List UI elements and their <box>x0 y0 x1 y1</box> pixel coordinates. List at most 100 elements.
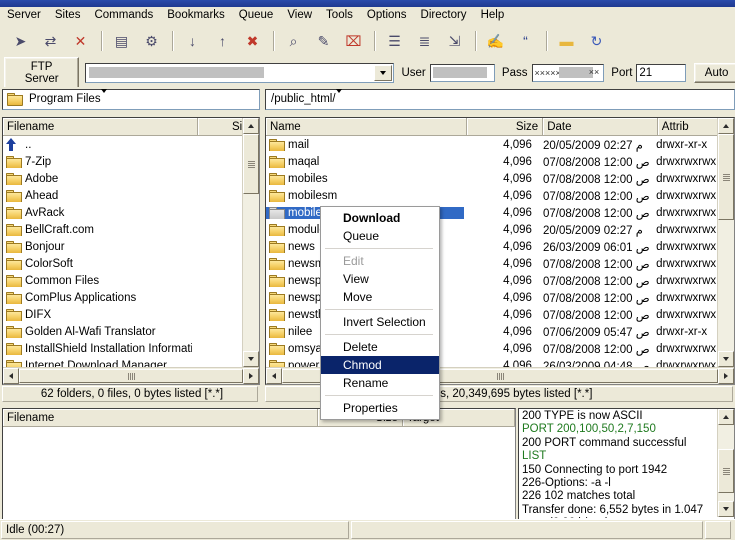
settings-icon[interactable]: ⚙ <box>137 27 166 55</box>
local-path-dropdown-arrow[interactable] <box>100 89 107 105</box>
remote-path-combo[interactable]: /public_html/ <box>265 88 735 110</box>
properties-icon[interactable]: ☰ <box>380 27 409 55</box>
remote-column-date[interactable]: Date <box>543 118 658 135</box>
compare-icon[interactable]: “ <box>511 27 540 55</box>
table-row[interactable]: maqal 4,096 07/08/2008 12:00 ص drwxrwxrwx <box>266 153 734 170</box>
pass-label: Pass <box>501 66 528 79</box>
connect-icon[interactable]: ➤ <box>6 27 35 55</box>
local-path-combo[interactable]: Program Files <box>2 88 260 110</box>
delete-icon[interactable]: ✖ <box>238 27 267 55</box>
table-row[interactable]: DIFX <box>3 306 259 323</box>
table-row[interactable]: ColorSoft <box>3 255 259 272</box>
remote-file-name: mobiles <box>288 172 328 185</box>
folder-icon <box>269 291 285 304</box>
context-menu-item-properties[interactable]: Properties <box>321 399 439 417</box>
queue-column-filename[interactable]: Filename <box>3 409 318 426</box>
context-menu-separator <box>325 309 433 310</box>
remote-scroll-left-button[interactable] <box>266 368 282 384</box>
folder-icon <box>269 172 285 185</box>
upload-icon[interactable]: ↑ <box>208 27 237 55</box>
password-input[interactable]: ××××× ×× <box>531 63 605 82</box>
local-file-name-cell: InstallShield Installation Information <box>3 342 192 355</box>
menu-item-tools[interactable]: Tools <box>319 8 360 23</box>
local-scroll-right-button[interactable] <box>243 368 259 384</box>
menu-item-sites[interactable]: Sites <box>48 8 88 23</box>
server-dropdown-arrow[interactable] <box>374 64 393 81</box>
notes-icon[interactable]: ✍ <box>481 27 510 55</box>
table-row[interactable]: .. <box>3 136 259 153</box>
table-row[interactable]: 7-Zip <box>3 153 259 170</box>
quick-connect-icon[interactable]: ⇄ <box>36 27 65 55</box>
transfer-icon[interactable]: ⇲ <box>440 27 469 55</box>
remote-scroll-up-button[interactable] <box>718 118 734 134</box>
menu-item-directory[interactable]: Directory <box>414 8 474 23</box>
table-row[interactable]: Golden Al-Wafi Translator <box>3 323 259 340</box>
log-scroll-up-button[interactable] <box>718 409 734 425</box>
table-row[interactable]: Bonjour <box>3 238 259 255</box>
table-row[interactable]: BellCraft.com <box>3 221 259 238</box>
local-file-name: DIFX <box>25 308 52 321</box>
table-row[interactable]: AvRack <box>3 204 259 221</box>
local-status-bar: 62 folders, 0 files, 0 bytes listed [*.*… <box>2 386 258 402</box>
local-scroll-down-button[interactable] <box>243 351 259 367</box>
context-menu-item-move[interactable]: Move <box>321 288 439 306</box>
log-scroll-thumb[interactable] <box>718 449 734 493</box>
download-icon[interactable]: ↓ <box>178 27 207 55</box>
menu-item-queue[interactable]: Queue <box>232 8 281 23</box>
refresh-icon[interactable]: ↻ <box>582 27 611 55</box>
context-menu-item-chmod[interactable]: Chmod <box>321 356 439 374</box>
table-row[interactable]: mail 4,096 20/05/2009 02:27 م drwxr-xr-x <box>266 136 734 153</box>
remote-scroll-down-button[interactable] <box>718 351 734 367</box>
menu-item-help[interactable]: Help <box>474 8 512 23</box>
context-menu-item-invert-selection[interactable]: Invert Selection <box>321 313 439 331</box>
menu-item-bookmarks[interactable]: Bookmarks <box>160 8 232 23</box>
menu-item-commands[interactable]: Commands <box>87 8 160 23</box>
log-vertical-scrollbar[interactable] <box>717 409 734 517</box>
cancel-icon[interactable]: ⌧ <box>339 27 368 55</box>
table-row[interactable]: InstallShield Installation Information <box>3 340 259 357</box>
site-manager-icon[interactable]: ▤ <box>107 27 136 55</box>
local-scroll-up-button[interactable] <box>243 118 259 134</box>
local-hscroll-thumb[interactable] <box>19 369 243 383</box>
auto-button[interactable]: Auto <box>694 62 735 83</box>
menu-item-view[interactable]: View <box>280 8 319 23</box>
port-input[interactable]: 21 <box>636 63 687 82</box>
menu-item-options[interactable]: Options <box>360 8 414 23</box>
remote-path-dropdown-arrow[interactable] <box>335 89 342 105</box>
table-row[interactable]: ComPlus Applications <box>3 289 259 306</box>
menu-item-server[interactable]: Server <box>0 8 48 23</box>
remote-file-date: 07/08/2008 12:00 ص <box>542 156 650 169</box>
log-scroll-down-button[interactable] <box>718 501 734 517</box>
ftp-server-button[interactable]: FTP Server <box>4 56 80 89</box>
edit-icon[interactable]: ✎ <box>309 27 338 55</box>
context-menu-item-delete[interactable]: Delete <box>321 338 439 356</box>
table-row[interactable]: Common Files <box>3 272 259 289</box>
local-column-filename[interactable]: Filename <box>3 118 198 135</box>
quick-connect-icon-glyph: ⇄ <box>44 33 57 49</box>
remote-column-name[interactable]: Name <box>266 118 467 135</box>
context-menu-item-view[interactable]: View <box>321 270 439 288</box>
local-file-name-cell: 7-Zip <box>3 155 192 168</box>
remote-vertical-scrollbar[interactable] <box>717 118 734 367</box>
folder-icon <box>6 308 22 321</box>
local-horizontal-scrollbar[interactable] <box>3 367 259 384</box>
queue-list-icon[interactable]: ≣ <box>410 27 439 55</box>
remote-scroll-thumb[interactable] <box>718 134 734 220</box>
context-menu-item-download[interactable]: Download <box>321 209 439 227</box>
search-icon[interactable]: ⌕ <box>279 27 308 55</box>
remote-column-size[interactable]: Size <box>467 118 544 135</box>
local-scroll-left-button[interactable] <box>3 368 19 384</box>
table-row[interactable]: Ahead <box>3 187 259 204</box>
disconnect-icon[interactable]: ✕ <box>66 27 95 55</box>
table-row[interactable]: mobilesm 4,096 07/08/2008 12:00 ص drwxrwxrw… <box>266 187 734 204</box>
folder-icon[interactable]: ▬ <box>552 27 581 55</box>
table-row[interactable]: Adobe <box>3 170 259 187</box>
user-input[interactable] <box>429 63 495 82</box>
context-menu-item-rename[interactable]: Rename <box>321 374 439 392</box>
remote-scroll-right-button[interactable] <box>718 368 734 384</box>
server-address-combo[interactable] <box>85 62 395 83</box>
local-vertical-scrollbar[interactable] <box>242 118 259 367</box>
context-menu-item-queue[interactable]: Queue <box>321 227 439 245</box>
table-row[interactable]: mobiles 4,096 07/08/2008 12:00 ص drwxrwxrwx <box>266 170 734 187</box>
local-scroll-thumb[interactable] <box>243 134 259 194</box>
